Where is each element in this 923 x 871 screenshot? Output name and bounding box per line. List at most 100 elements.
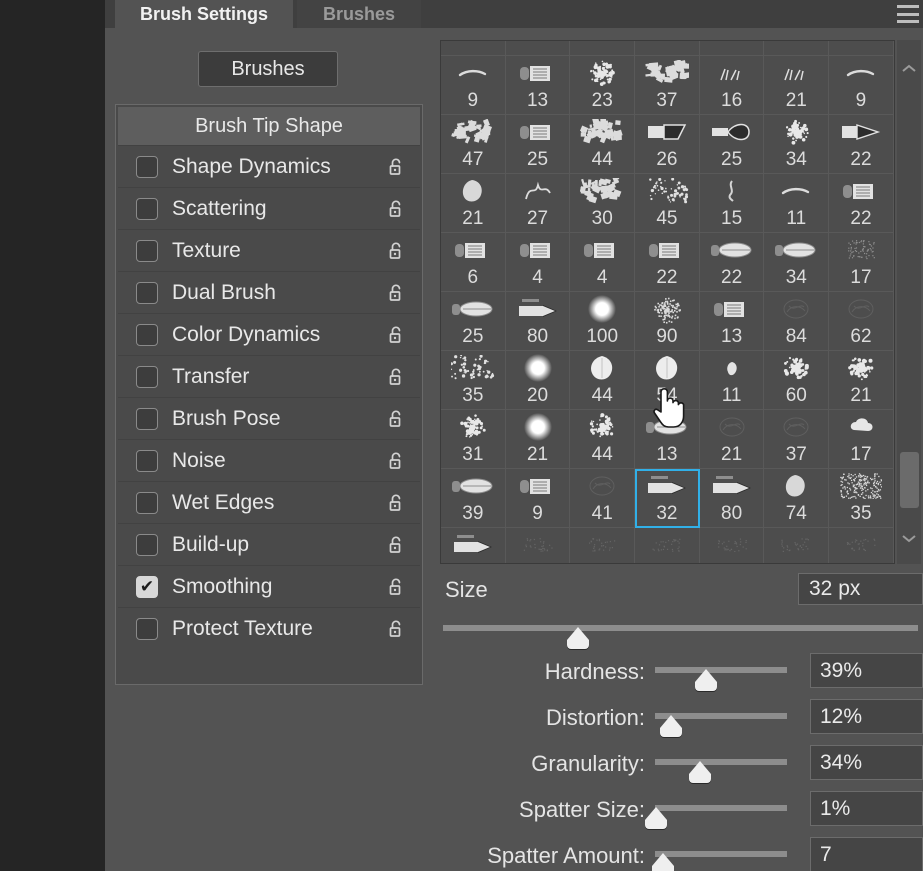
slider-value-field[interactable]: 34% bbox=[810, 745, 923, 780]
option-checkbox[interactable] bbox=[136, 492, 158, 514]
brush-preset-cell[interactable]: 45 bbox=[635, 174, 700, 233]
brush-preset-cell[interactable]: 35 bbox=[441, 351, 506, 410]
brush-preset-cell[interactable]: 80 bbox=[700, 469, 765, 528]
brush-preset-cell[interactable] bbox=[635, 528, 700, 564]
slider-track[interactable] bbox=[655, 805, 787, 811]
brush-preset-cell[interactable] bbox=[506, 40, 571, 56]
brush-preset-cell[interactable] bbox=[570, 528, 635, 564]
brush-preset-cell[interactable]: 100 bbox=[570, 292, 635, 351]
option-checkbox[interactable] bbox=[136, 240, 158, 262]
brush-preset-cell[interactable]: 74 bbox=[764, 469, 829, 528]
slider-knob[interactable] bbox=[689, 761, 711, 774]
brush-preset-cell[interactable]: 17 bbox=[829, 233, 894, 292]
lock-open-icon[interactable] bbox=[386, 493, 406, 513]
brush-preset-cell[interactable]: 80 bbox=[506, 292, 571, 351]
brush-preset-cell[interactable] bbox=[570, 40, 635, 56]
scrollbar-thumb[interactable] bbox=[900, 452, 919, 508]
option-row[interactable]: Noise bbox=[118, 439, 420, 481]
option-row[interactable]: Protect Texture bbox=[118, 607, 420, 649]
brush-preset-cell[interactable]: 13 bbox=[506, 56, 571, 115]
slider-track[interactable] bbox=[655, 667, 787, 673]
option-checkbox[interactable] bbox=[136, 366, 158, 388]
brush-preset-cell[interactable]: 9 bbox=[506, 469, 571, 528]
brush-preset-cell-selected[interactable]: 32 bbox=[635, 469, 700, 528]
brush-preset-cell[interactable] bbox=[441, 40, 506, 56]
option-checkbox[interactable] bbox=[136, 534, 158, 556]
option-row[interactable]: Transfer bbox=[118, 355, 420, 397]
size-value-field[interactable]: 32 px bbox=[798, 573, 923, 605]
brush-tip-shape-header[interactable]: Brush Tip Shape bbox=[118, 107, 420, 145]
chevron-down-icon[interactable] bbox=[897, 526, 921, 550]
brush-preset-cell[interactable]: 34 bbox=[764, 115, 829, 174]
slider-knob[interactable] bbox=[652, 853, 674, 866]
option-row[interactable]: Build-up bbox=[118, 523, 420, 565]
option-row[interactable]: Dual Brush bbox=[118, 271, 420, 313]
lock-open-icon[interactable] bbox=[386, 241, 406, 261]
lock-open-icon[interactable] bbox=[386, 535, 406, 555]
lock-open-icon[interactable] bbox=[386, 283, 406, 303]
brush-preset-cell[interactable]: 21 bbox=[441, 174, 506, 233]
brush-preset-cell[interactable]: 16 bbox=[700, 56, 765, 115]
lock-open-icon[interactable] bbox=[386, 367, 406, 387]
lock-open-icon[interactable] bbox=[386, 325, 406, 345]
option-row[interactable]: Scattering bbox=[118, 187, 420, 229]
brush-preset-cell[interactable]: 26 bbox=[635, 115, 700, 174]
brush-preset-cell[interactable]: 44 bbox=[570, 115, 635, 174]
brush-preset-cell[interactable]: 15 bbox=[700, 174, 765, 233]
brush-preset-cell[interactable]: 6 bbox=[441, 233, 506, 292]
slider-track[interactable] bbox=[655, 759, 787, 765]
brush-preset-cell[interactable] bbox=[829, 40, 894, 56]
brush-preset-cell[interactable]: 9 bbox=[441, 56, 506, 115]
brush-preset-cell[interactable] bbox=[700, 528, 765, 564]
tab-brush-settings[interactable]: Brush Settings bbox=[115, 0, 293, 28]
brush-preset-cell[interactable]: 37 bbox=[635, 56, 700, 115]
brush-preset-cell[interactable]: 9 bbox=[829, 56, 894, 115]
option-row[interactable]: Texture bbox=[118, 229, 420, 271]
option-checkbox[interactable] bbox=[136, 324, 158, 346]
brush-preset-cell[interactable]: 22 bbox=[829, 115, 894, 174]
brush-preset-cell[interactable]: 44 bbox=[570, 351, 635, 410]
brush-preset-cell[interactable]: 35 bbox=[829, 469, 894, 528]
brush-preset-cell[interactable]: 4 bbox=[570, 233, 635, 292]
slider-value-field[interactable]: 1% bbox=[810, 791, 923, 826]
brush-preset-cell[interactable]: 21 bbox=[506, 410, 571, 469]
brush-preset-cell[interactable]: 90 bbox=[635, 292, 700, 351]
option-row[interactable]: Color Dynamics bbox=[118, 313, 420, 355]
lock-open-icon[interactable] bbox=[386, 451, 406, 471]
hamburger-menu-icon[interactable] bbox=[897, 5, 919, 23]
brush-preset-cell[interactable]: 39 bbox=[441, 469, 506, 528]
lock-open-icon[interactable] bbox=[386, 157, 406, 177]
brush-preset-cell[interactable]: 21 bbox=[829, 351, 894, 410]
brush-preset-cell[interactable]: 21 bbox=[764, 56, 829, 115]
brush-preset-cell[interactable]: 4 bbox=[506, 233, 571, 292]
brush-preset-cell[interactable]: 47 bbox=[441, 115, 506, 174]
chevron-up-icon[interactable] bbox=[897, 56, 921, 80]
brushes-button[interactable]: Brushes bbox=[198, 51, 338, 87]
option-row[interactable]: Shape Dynamics bbox=[118, 145, 420, 187]
brush-preset-cell[interactable]: 23 bbox=[570, 56, 635, 115]
size-slider-knob[interactable] bbox=[567, 627, 589, 640]
slider-knob[interactable] bbox=[645, 807, 667, 820]
lock-open-icon[interactable] bbox=[386, 619, 406, 639]
tab-brushes[interactable]: Brushes bbox=[297, 0, 421, 28]
brush-preset-cell[interactable] bbox=[764, 528, 829, 564]
slider-knob[interactable] bbox=[660, 715, 682, 728]
brush-preset-cell[interactable]: 62 bbox=[829, 292, 894, 351]
brush-preset-cell[interactable]: 37 bbox=[764, 410, 829, 469]
option-checkbox[interactable] bbox=[136, 282, 158, 304]
option-checkbox[interactable] bbox=[136, 618, 158, 640]
brush-preset-cell[interactable]: 30 bbox=[570, 174, 635, 233]
brush-preset-cell[interactable]: 44 bbox=[570, 410, 635, 469]
brush-preset-cell[interactable]: 25 bbox=[700, 115, 765, 174]
option-checkbox[interactable] bbox=[136, 198, 158, 220]
brush-preset-grid[interactable]: 9 13 23 37 16 21 9 47 25 44 26 25 34 22 21 27 30 45 15 11 22… bbox=[440, 40, 895, 564]
brush-preset-cell[interactable]: 34 bbox=[764, 233, 829, 292]
brush-preset-cell[interactable]: 60 bbox=[764, 351, 829, 410]
brush-preset-cell[interactable]: 22 bbox=[635, 233, 700, 292]
option-checkbox[interactable]: ✔ bbox=[136, 576, 158, 598]
brush-preset-cell[interactable]: 22 bbox=[700, 233, 765, 292]
brush-preset-cell[interactable]: 84 bbox=[764, 292, 829, 351]
slider-value-field[interactable]: 12% bbox=[810, 699, 923, 734]
brush-preset-cell[interactable] bbox=[764, 40, 829, 56]
option-checkbox[interactable] bbox=[136, 156, 158, 178]
